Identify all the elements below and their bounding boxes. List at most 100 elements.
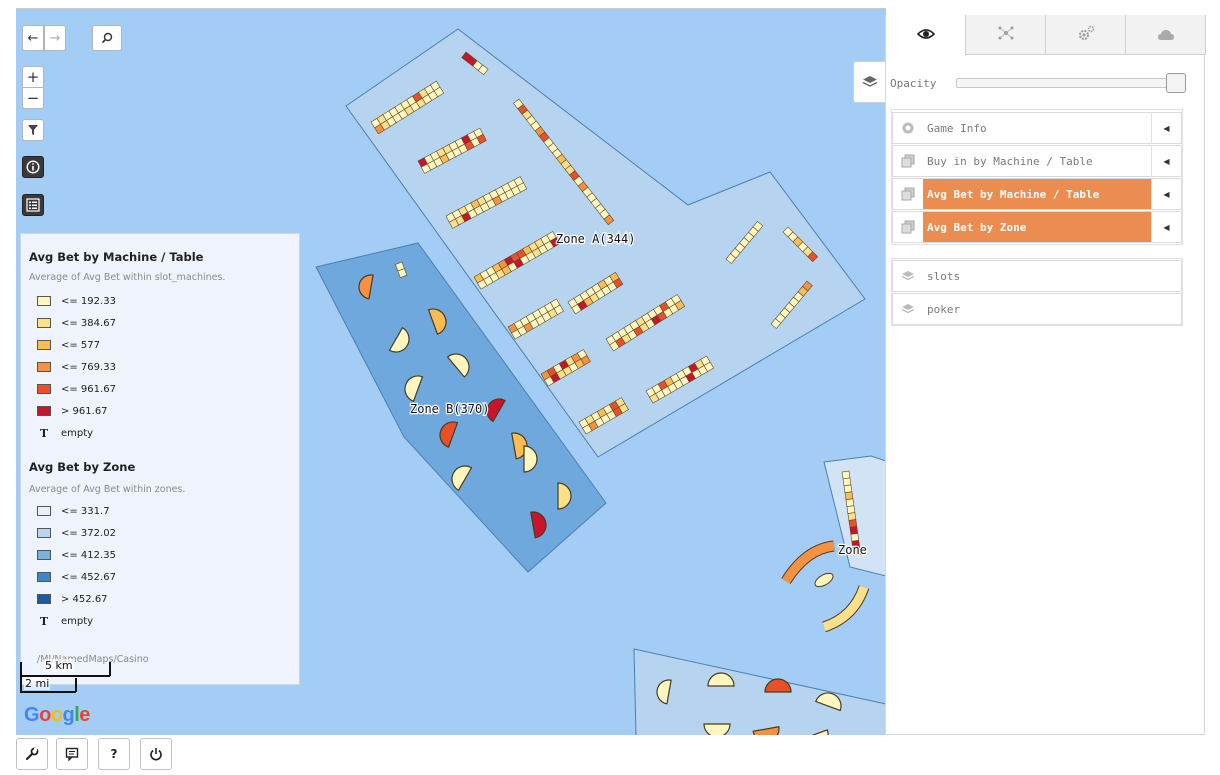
layer-item[interactable]: Game Info ◀ [892, 112, 1182, 144]
legend-label: <= 577 [61, 339, 101, 351]
poker-table[interactable] [703, 723, 731, 735]
legend-row: <= 331.7 [37, 503, 110, 519]
slot-machine[interactable] [846, 505, 856, 514]
legend-label: <= 412.35 [61, 549, 116, 561]
opacity-slider-wrap [890, 73, 1190, 93]
tab-gears[interactable] [1046, 15, 1126, 55]
zone-label: Zone [838, 543, 867, 557]
info-button[interactable] [22, 156, 44, 178]
scale-tick-km [109, 662, 111, 676]
scale-tick-start [20, 662, 22, 692]
legend-swatch [37, 594, 51, 604]
slot-machine[interactable] [845, 498, 855, 507]
layer-name: Avg Bet by Machine / Table [923, 179, 1151, 209]
filter-icon [28, 125, 38, 135]
plus-icon: + [26, 68, 40, 86]
legend-label: <= 331.7 [61, 505, 110, 517]
slot-machine[interactable] [849, 526, 859, 535]
legend-label: <= 372.02 [61, 527, 116, 539]
legend-title-machine: Avg Bet by Machine / Table [29, 250, 204, 264]
legend-label: <= 961.67 [61, 383, 116, 395]
legend-subtitle-zone: Average of Avg Bet within zones. [29, 484, 186, 495]
search-button[interactable] [92, 25, 122, 51]
opacity-slider[interactable] [956, 78, 1182, 88]
forward-button[interactable]: → [44, 25, 66, 51]
caret-left-icon: ◀ [1163, 189, 1170, 199]
tools-button[interactable] [16, 738, 48, 770]
caret-left-icon: ◀ [1163, 156, 1170, 166]
help-icon: ? [110, 747, 118, 761]
legend-row: > 452.67 [37, 591, 108, 607]
layer-expand-button[interactable]: ◀ [1151, 113, 1181, 143]
legend-row: <= 452.67 [37, 569, 116, 585]
eye-icon [916, 26, 935, 45]
legend-label: <= 192.33 [61, 295, 116, 307]
caret-left-icon: ◀ [1163, 123, 1170, 133]
legend-swatch [37, 506, 51, 516]
layer-name: Avg Bet by Zone [923, 212, 1151, 242]
stack-icon [893, 261, 923, 291]
layer-name: slots [927, 269, 961, 283]
zoom-in-button[interactable]: + [22, 66, 44, 88]
google-logo-letter: g [62, 704, 75, 726]
tab-network[interactable] [966, 15, 1046, 55]
layers-panel: Opacity Game Info ◀ Buy in by Machine / Ta… [885, 15, 1206, 735]
layer-item[interactable]: slots [892, 260, 1182, 292]
legend-empty-row-machine: T empty [37, 425, 93, 441]
network-icon [997, 25, 1015, 45]
slot-machine[interactable] [844, 491, 854, 501]
stack-icon [893, 294, 923, 324]
layers-toggle-button[interactable] [853, 61, 885, 103]
search-icon [101, 32, 113, 44]
scale-km-label: 5 km [44, 659, 74, 672]
legend-label: empty [61, 427, 94, 439]
legend-row: <= 384.67 [37, 315, 116, 331]
arrow-left-icon: ← [27, 30, 39, 46]
zoom-out-button[interactable]: − [22, 87, 44, 109]
legend-button[interactable] [22, 194, 44, 216]
caret-left-icon: ◀ [1163, 222, 1170, 232]
slot-machine[interactable] [842, 477, 852, 487]
zones-layer [315, 28, 886, 735]
zone-d-polygon[interactable] [633, 648, 886, 735]
comment-button[interactable] [56, 738, 88, 770]
table-arc[interactable] [822, 585, 869, 632]
layer-expand-button[interactable]: ◀ [1151, 146, 1181, 176]
legend-empty-row-zone: T empty [37, 613, 93, 629]
panel-tabs [886, 15, 1206, 56]
legend-row: <= 577 [37, 337, 100, 353]
stack-icon [862, 76, 877, 87]
layer-item[interactable]: poker [892, 293, 1182, 325]
slot-machine[interactable] [843, 484, 853, 494]
roulette-table[interactable] [813, 571, 835, 590]
layer-icon [893, 146, 923, 176]
cloud-icon [1157, 26, 1175, 45]
layer-expand-button[interactable]: ◀ [1151, 212, 1181, 242]
google-logo-letter: o [39, 704, 51, 726]
layer-icon [893, 212, 923, 242]
list-icon [26, 198, 40, 212]
slot-machine[interactable] [847, 512, 857, 521]
layer-expand-button[interactable]: ◀ [1151, 179, 1181, 209]
layer-item[interactable]: Buy in by Machine / Table ◀ [892, 145, 1182, 177]
opacity-slider-handle[interactable] [1166, 73, 1186, 93]
legend-label: > 961.67 [61, 405, 108, 417]
legend-label: empty [61, 615, 94, 627]
back-button[interactable]: ← [22, 25, 44, 51]
slot-machine[interactable] [848, 519, 858, 528]
slot-machine[interactable] [841, 470, 851, 480]
slot-machine[interactable] [850, 533, 860, 542]
help-button[interactable]: ? [98, 738, 130, 770]
layer-name: Buy in by Machine / Table [927, 154, 1093, 168]
legend-swatch [37, 362, 51, 372]
power-button[interactable] [140, 738, 172, 770]
arrow-right-icon: → [49, 30, 61, 46]
tab-cloud[interactable] [1126, 15, 1206, 55]
tab-eye[interactable] [886, 15, 966, 56]
filter-button[interactable] [22, 119, 44, 141]
zone-label: Zone A(344) [556, 232, 635, 246]
text-symbol-icon: T [39, 614, 49, 628]
legend-swatch [37, 528, 51, 538]
layer-item[interactable]: Avg Bet by Machine / Table ◀ [892, 178, 1182, 210]
layer-item[interactable]: Avg Bet by Zone ◀ [892, 211, 1182, 243]
